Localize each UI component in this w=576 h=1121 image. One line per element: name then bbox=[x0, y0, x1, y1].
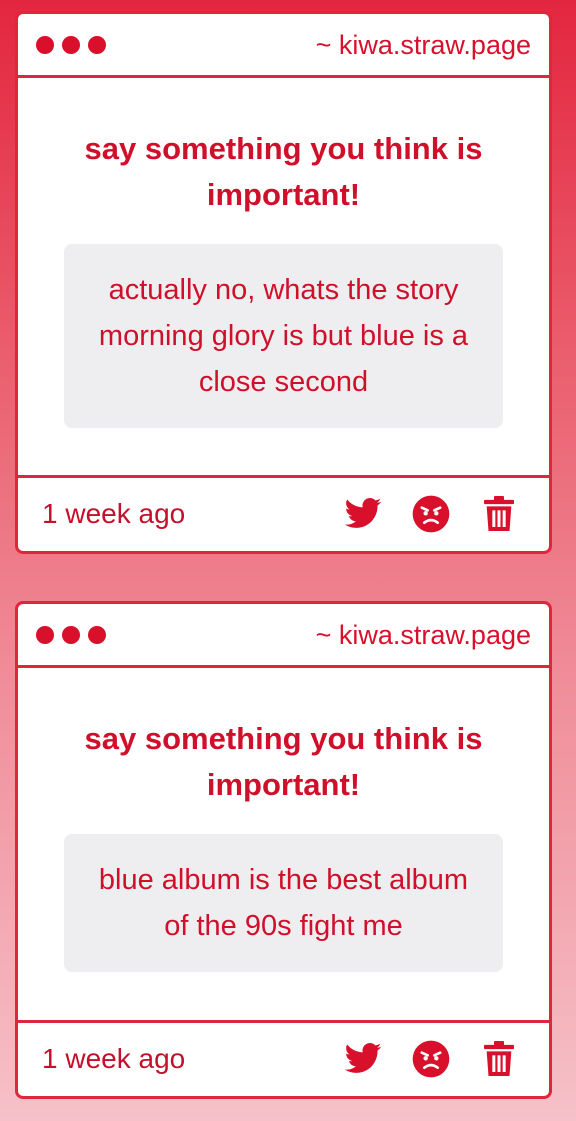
angry-face-icon[interactable] bbox=[411, 1039, 451, 1079]
post-card: ~ kiwa.straw.page say something you thin… bbox=[15, 11, 552, 554]
window-dot bbox=[36, 626, 54, 644]
angry-face-icon[interactable] bbox=[411, 494, 451, 534]
post-actions bbox=[343, 494, 519, 534]
post-card: ~ kiwa.straw.page say something you thin… bbox=[15, 601, 552, 1099]
card-titlebar: ~ kiwa.straw.page bbox=[18, 14, 549, 78]
card-footer: 1 week ago bbox=[18, 475, 549, 551]
timestamp: 1 week ago bbox=[42, 498, 186, 529]
site-label[interactable]: ~ kiwa.straw.page bbox=[316, 30, 531, 60]
trash-icon[interactable] bbox=[479, 1039, 519, 1079]
card-body: say something you think is important! bl… bbox=[18, 716, 549, 972]
answer-text: blue album is the best album of the 90s … bbox=[64, 834, 503, 972]
question-text: say something you think is important! bbox=[84, 721, 483, 802]
twitter-icon[interactable] bbox=[343, 1039, 383, 1079]
window-dots bbox=[36, 36, 106, 54]
answer-text: actually no, whats the story morning glo… bbox=[64, 244, 503, 428]
question-text: say something you think is important! bbox=[84, 131, 483, 212]
window-dot bbox=[36, 36, 54, 54]
window-dots bbox=[36, 626, 106, 644]
trash-icon[interactable] bbox=[479, 494, 519, 534]
card-body: say something you think is important! ac… bbox=[18, 126, 549, 428]
timestamp: 1 week ago bbox=[42, 1043, 186, 1074]
window-dot bbox=[88, 36, 106, 54]
twitter-icon[interactable] bbox=[343, 494, 383, 534]
card-titlebar: ~ kiwa.straw.page bbox=[18, 604, 549, 668]
window-dot bbox=[62, 626, 80, 644]
window-dot bbox=[88, 626, 106, 644]
site-label[interactable]: ~ kiwa.straw.page bbox=[316, 620, 531, 650]
post-actions bbox=[343, 1039, 519, 1079]
card-footer: 1 week ago bbox=[18, 1020, 549, 1096]
window-dot bbox=[62, 36, 80, 54]
